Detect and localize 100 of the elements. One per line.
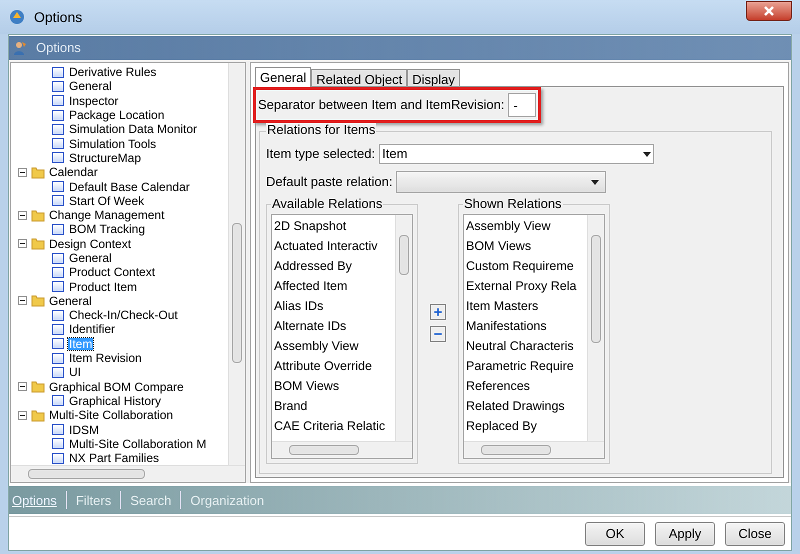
- tree-item[interactable]: General: [68, 252, 113, 264]
- caret-icon: [591, 180, 600, 184]
- horizontal-scrollbar[interactable]: [464, 441, 604, 458]
- relation-item[interactable]: Addressed By: [274, 260, 352, 272]
- vertical-scrollbar[interactable]: [587, 215, 604, 441]
- tree-folder[interactable]: Calendar: [49, 166, 98, 178]
- tree-item[interactable]: StructureMap: [68, 152, 142, 164]
- item-type-dropdown[interactable]: Item: [379, 144, 654, 164]
- app-icon: [8, 8, 26, 26]
- relation-item[interactable]: BOM Views: [466, 240, 532, 252]
- tree-item[interactable]: Product Item: [68, 280, 138, 293]
- horizontal-scrollbar[interactable]: [11, 465, 245, 482]
- dialog-button[interactable]: Apply: [655, 522, 715, 546]
- collapse-icon[interactable]: [18, 410, 27, 420]
- tree-item[interactable]: Identifier: [68, 323, 116, 336]
- collapse-icon[interactable]: [18, 296, 27, 306]
- tree-folder[interactable]: Multi-Site Collaboration: [49, 409, 174, 422]
- dialog-button[interactable]: OK: [585, 522, 645, 546]
- relation-item[interactable]: BOM Views: [274, 380, 340, 392]
- close-button[interactable]: [746, 1, 792, 21]
- relation-item[interactable]: Brand: [274, 400, 308, 412]
- collapse-icon[interactable]: [18, 210, 27, 220]
- separator-field[interactable]: -: [508, 93, 536, 117]
- relation-item[interactable]: Assembly View: [466, 220, 551, 232]
- tree-item[interactable]: Product Context: [68, 266, 156, 278]
- collapse-icon[interactable]: [18, 168, 27, 177]
- add-button[interactable]: +: [430, 304, 446, 320]
- relation-item[interactable]: Neutral Characteris: [466, 340, 574, 352]
- relation-item[interactable]: 2D Snapshot: [274, 220, 346, 232]
- tab[interactable]: Related Object: [311, 69, 408, 87]
- relation-item[interactable]: Parametric Require: [466, 360, 574, 372]
- tree-folder[interactable]: Design Context: [49, 238, 132, 250]
- dialog-button[interactable]: Close: [725, 522, 785, 546]
- page-icon: [52, 80, 64, 92]
- page-icon: [52, 66, 64, 78]
- page-icon: [52, 281, 64, 292]
- relation-item[interactable]: External Proxy Rela: [466, 280, 576, 292]
- folder-icon: [31, 380, 45, 394]
- page-icon: [52, 181, 64, 192]
- page-icon: [52, 224, 64, 235]
- page-icon: [52, 395, 64, 406]
- tab[interactable]: General: [255, 67, 312, 87]
- tree-item[interactable]: Derivative Rules: [68, 66, 158, 78]
- page-icon: [52, 266, 64, 278]
- page-icon: [52, 324, 64, 335]
- folder-icon: [31, 294, 45, 308]
- folder-icon: [31, 237, 45, 250]
- tree-item[interactable]: Simulation Data Monitor: [68, 123, 198, 136]
- horizontal-scrollbar[interactable]: [272, 441, 412, 458]
- relation-item[interactable]: Alias IDs: [274, 300, 324, 312]
- folder-icon: [31, 408, 45, 422]
- collapse-icon[interactable]: [18, 239, 27, 248]
- remove-button[interactable]: −: [430, 326, 446, 342]
- tree-item[interactable]: NX Part Families: [68, 452, 160, 464]
- user-icon: [12, 40, 28, 56]
- separator-label: Separator between Item and ItemRevision:: [258, 96, 504, 114]
- tree-item[interactable]: Multi-Site Collaboration M: [68, 438, 208, 450]
- page-icon: [52, 252, 64, 264]
- tree-item[interactable]: Graphical History: [68, 394, 162, 407]
- tree-item[interactable]: Default Base Calendar: [68, 180, 191, 193]
- header-title: Options: [36, 39, 81, 58]
- relation-item[interactable]: CAE Criteria Relatic: [274, 420, 386, 432]
- tree-item[interactable]: Simulation Tools: [68, 138, 158, 150]
- relation-item[interactable]: Attribute Override: [274, 360, 372, 372]
- folder-icon: [31, 208, 45, 222]
- relation-item[interactable]: Actuated Interactiv: [274, 240, 378, 252]
- relation-item[interactable]: Affected Item: [274, 280, 348, 292]
- relation-item[interactable]: Alternate IDs: [274, 320, 346, 332]
- relation-item[interactable]: Item Masters: [466, 300, 538, 312]
- page-icon: [52, 338, 64, 350]
- tree-folder[interactable]: Graphical BOM Compare: [49, 380, 184, 393]
- page-icon: [52, 310, 64, 321]
- relation-item[interactable]: Related Drawings: [466, 400, 565, 412]
- tree-item[interactable]: UI: [68, 366, 82, 378]
- relation-item[interactable]: References: [466, 380, 530, 392]
- relation-item[interactable]: Replaced By: [466, 420, 537, 432]
- vertical-scrollbar[interactable]: [228, 63, 245, 466]
- page-icon: [52, 195, 64, 206]
- page-icon: [52, 124, 64, 135]
- page-icon: [52, 438, 64, 450]
- relation-item[interactable]: Manifestations: [466, 320, 547, 332]
- tree-item[interactable]: Check-In/Check-Out: [68, 309, 179, 322]
- tree-item[interactable]: Package Location: [68, 109, 166, 122]
- page-icon: [52, 366, 64, 378]
- tree-item[interactable]: Start Of Week: [68, 194, 146, 207]
- tree-item[interactable]: General: [68, 80, 113, 92]
- relation-item[interactable]: Assembly View: [274, 340, 359, 352]
- tree-item[interactable]: Inspector: [68, 94, 120, 107]
- collapse-icon[interactable]: [18, 382, 27, 392]
- vertical-scrollbar[interactable]: [395, 215, 412, 441]
- tree-item[interactable]: BOM Tracking: [68, 223, 146, 236]
- caret-icon: [643, 152, 652, 156]
- tab[interactable]: Display: [407, 69, 460, 87]
- relation-item[interactable]: Custom Requireme: [466, 260, 574, 272]
- item-type-label: Item type selected:: [266, 145, 376, 164]
- tree-folder[interactable]: Change Management: [49, 209, 164, 222]
- tree-item[interactable]: IDSM: [68, 424, 100, 436]
- tree-folder[interactable]: General: [49, 294, 92, 307]
- tree-item[interactable]: Item Revision: [68, 352, 143, 364]
- close-icon: [763, 6, 775, 16]
